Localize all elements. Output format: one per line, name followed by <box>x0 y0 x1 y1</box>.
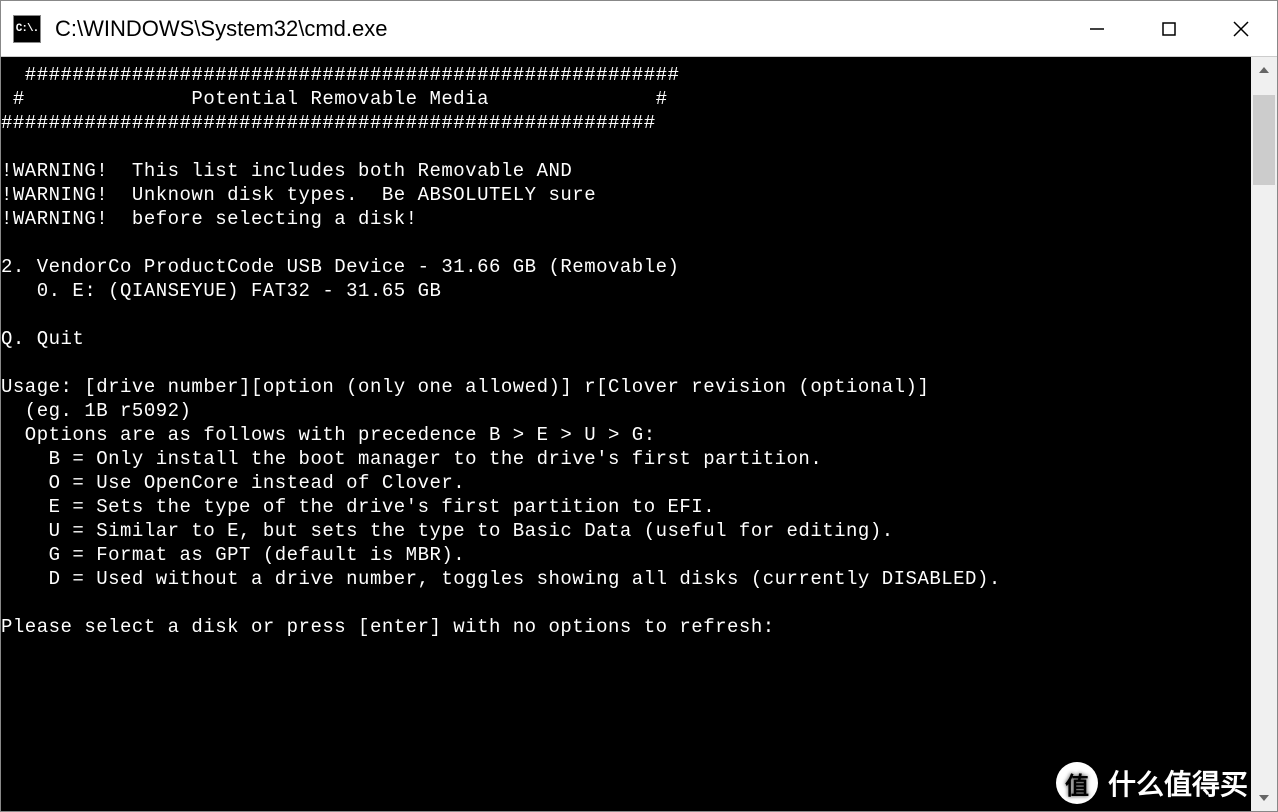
scroll-up-arrow-icon[interactable] <box>1251 57 1277 83</box>
terminal-area: ########################################… <box>1 57 1277 811</box>
terminal-output: ########################################… <box>1 63 1251 639</box>
cmd-icon: C:\. <box>13 15 41 43</box>
titlebar[interactable]: C:\. C:\WINDOWS\System32\cmd.exe <box>1 1 1277 57</box>
window-title: C:\WINDOWS\System32\cmd.exe <box>55 16 1061 42</box>
cmd-icon-label: C:\. <box>16 23 38 35</box>
terminal-content[interactable]: ########################################… <box>1 57 1251 811</box>
vertical-scrollbar[interactable] <box>1251 57 1277 811</box>
watermark-badge: 值 <box>1056 762 1098 804</box>
cmd-window: C:\. C:\WINDOWS\System32\cmd.exe #######… <box>0 0 1278 812</box>
watermark-text: 什么值得买 <box>1108 763 1248 803</box>
scroll-track[interactable] <box>1251 83 1277 785</box>
maximize-button[interactable] <box>1133 1 1205 56</box>
window-controls <box>1061 1 1277 56</box>
scroll-down-arrow-icon[interactable] <box>1251 785 1277 811</box>
watermark: 值 什么值得买 <box>1056 762 1248 804</box>
close-button[interactable] <box>1205 1 1277 56</box>
minimize-button[interactable] <box>1061 1 1133 56</box>
scroll-thumb[interactable] <box>1253 95 1275 185</box>
